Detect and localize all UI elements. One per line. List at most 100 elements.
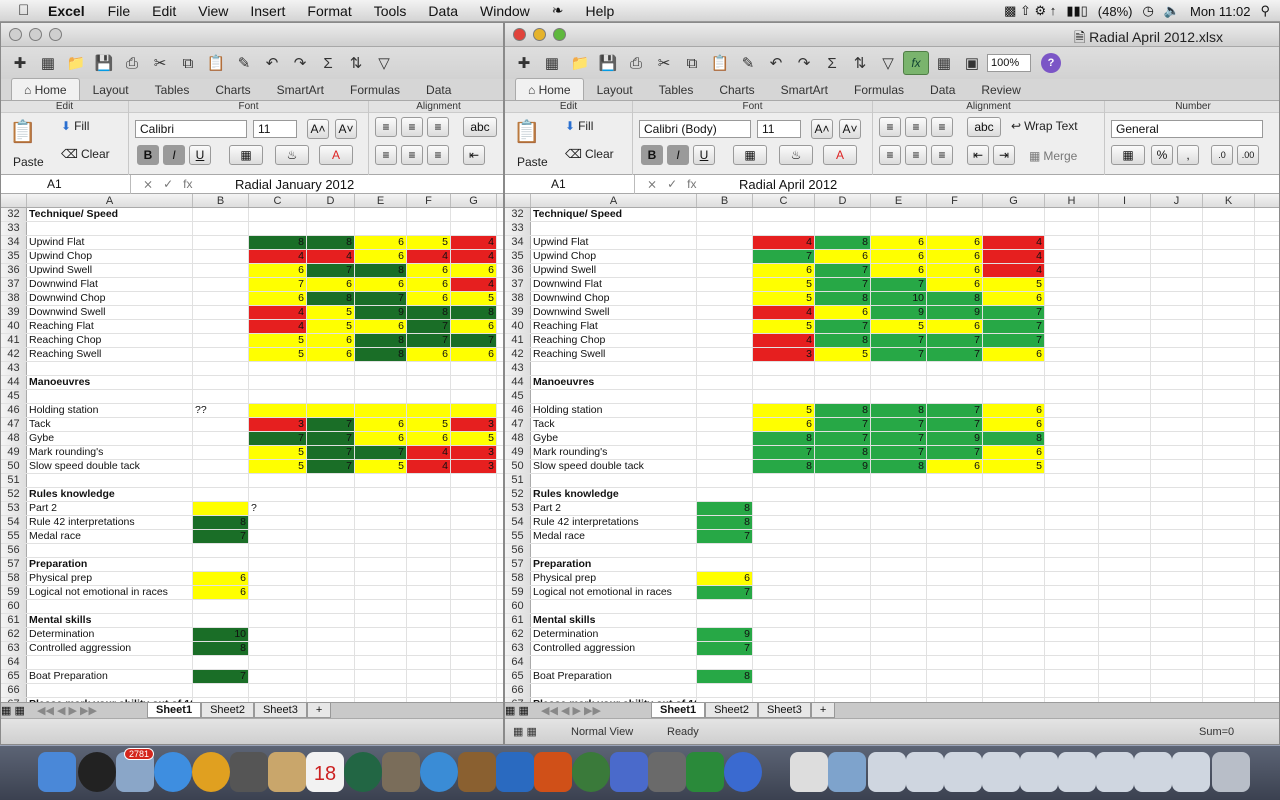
row-header[interactable]: 47: [1, 418, 27, 431]
cell-a52[interactable]: Rules knowledge: [27, 488, 193, 501]
cell-a32[interactable]: Technique/ Speed: [531, 208, 697, 221]
cell-f32[interactable]: [407, 208, 451, 221]
finder-icon[interactable]: [38, 752, 76, 792]
tab-data[interactable]: Data: [917, 78, 968, 100]
cell-b32[interactable]: [193, 208, 249, 221]
minimized-window-icon[interactable]: [982, 752, 1020, 792]
cell-g33[interactable]: [983, 222, 1045, 235]
increase-indent-icon[interactable]: ⇥: [993, 145, 1015, 165]
cell-a34[interactable]: Upwind Flat: [531, 236, 697, 249]
cell-e43[interactable]: [871, 362, 927, 375]
cell-g32[interactable]: [451, 208, 497, 221]
tab-home[interactable]: ⌂ Home: [515, 78, 584, 100]
cell-f50[interactable]: 4: [407, 460, 451, 473]
cell-e57[interactable]: [355, 558, 407, 571]
column-header-b[interactable]: B: [193, 194, 249, 207]
cell-a52[interactable]: Rules knowledge: [531, 488, 697, 501]
cell-i50[interactable]: [1099, 460, 1151, 473]
cell-d50[interactable]: 9: [815, 460, 871, 473]
cell-g42[interactable]: 6: [983, 348, 1045, 361]
worksheet-grid[interactable]: A B C D E F G 32 Technique/ Speed 33 34 Upwind Flat…: [1, 194, 503, 704]
cell-k65[interactable]: [1203, 670, 1255, 683]
cell-e59[interactable]: [871, 586, 927, 599]
autosum-icon[interactable]: Σ: [315, 51, 341, 75]
cell-c52[interactable]: [249, 488, 307, 501]
cell-d42[interactable]: 6: [307, 348, 355, 361]
cell-a63[interactable]: Controlled aggression: [27, 642, 193, 655]
cell-k41[interactable]: [1203, 334, 1255, 347]
cell-a41[interactable]: Reaching Chop: [27, 334, 193, 347]
template-icon[interactable]: ▦: [35, 51, 61, 75]
redo-icon[interactable]: ↷: [791, 51, 817, 75]
cell-b63[interactable]: 8: [193, 642, 249, 655]
cell-b43[interactable]: [193, 362, 249, 375]
cell-h42[interactable]: [1045, 348, 1099, 361]
cell-d62[interactable]: [307, 628, 355, 641]
cell-e37[interactable]: 6: [355, 278, 407, 291]
cell-d58[interactable]: [815, 572, 871, 585]
column-header-e[interactable]: E: [355, 194, 407, 207]
cell-i38[interactable]: [1099, 292, 1151, 305]
cell-e65[interactable]: [871, 670, 927, 683]
row-header[interactable]: 49: [1, 446, 27, 459]
cell-g37[interactable]: 4: [451, 278, 497, 291]
powerpoint-icon[interactable]: [534, 752, 572, 792]
decrease-decimal-icon[interactable]: .00: [1237, 145, 1259, 165]
cell-k49[interactable]: [1203, 446, 1255, 459]
cell-d65[interactable]: [307, 670, 355, 683]
row-header[interactable]: 66: [1, 684, 27, 697]
cell-a57[interactable]: Preparation: [531, 558, 697, 571]
cell-b62[interactable]: 10: [193, 628, 249, 641]
row-header[interactable]: 45: [1, 390, 27, 403]
cell-g62[interactable]: [451, 628, 497, 641]
cell-c36[interactable]: 6: [753, 264, 815, 277]
column-header-h[interactable]: H: [1045, 194, 1099, 207]
cell-c40[interactable]: 4: [249, 320, 307, 333]
cell-j51[interactable]: [1151, 474, 1203, 487]
cell-g60[interactable]: [983, 600, 1045, 613]
cell-e52[interactable]: [355, 488, 407, 501]
cell-d45[interactable]: [307, 390, 355, 403]
cell-f35[interactable]: 6: [927, 250, 983, 263]
name-box[interactable]: A1: [505, 174, 635, 194]
cell-c61[interactable]: [249, 614, 307, 627]
cell-f61[interactable]: [407, 614, 451, 627]
row-header[interactable]: 32: [1, 208, 27, 221]
cell-g47[interactable]: 6: [983, 418, 1045, 431]
cell-c36[interactable]: 6: [249, 264, 307, 277]
cell-j58[interactable]: [1151, 572, 1203, 585]
cell-e56[interactable]: [871, 544, 927, 557]
menu-tools[interactable]: Tools: [363, 3, 418, 19]
cell-b60[interactable]: [697, 600, 753, 613]
cell-d66[interactable]: [815, 684, 871, 697]
cell-a60[interactable]: [531, 600, 697, 613]
cell-g59[interactable]: [983, 586, 1045, 599]
cell-a51[interactable]: [531, 474, 697, 487]
sheet-tab-2[interactable]: Sheet2: [201, 703, 254, 718]
decrease-indent-icon[interactable]: ⇤: [967, 145, 989, 165]
cell-a58[interactable]: Physical prep: [27, 572, 193, 585]
borders-icon[interactable]: ▦: [733, 145, 767, 165]
row-header[interactable]: 48: [1, 432, 27, 445]
cell-b47[interactable]: [697, 418, 753, 431]
cell-b65[interactable]: 8: [697, 670, 753, 683]
cell-g39[interactable]: 7: [983, 306, 1045, 319]
cell-k34[interactable]: [1203, 236, 1255, 249]
cell-g34[interactable]: 4: [451, 236, 497, 249]
cell-f51[interactable]: [407, 474, 451, 487]
row-header[interactable]: 62: [1, 628, 27, 641]
cell-b65[interactable]: 7: [193, 670, 249, 683]
cell-a66[interactable]: [531, 684, 697, 697]
font-size-field[interactable]: 11: [757, 120, 801, 138]
align-right-icon[interactable]: ≡: [931, 145, 953, 165]
cell-d61[interactable]: [307, 614, 355, 627]
row-header[interactable]: 63: [505, 642, 531, 655]
cell-b36[interactable]: [193, 264, 249, 277]
cell-b39[interactable]: [697, 306, 753, 319]
cell-f34[interactable]: 5: [407, 236, 451, 249]
row-header[interactable]: 35: [505, 250, 531, 263]
cell-j40[interactable]: [1151, 320, 1203, 333]
cell-f49[interactable]: 4: [407, 446, 451, 459]
cell-c62[interactable]: [249, 628, 307, 641]
cell-d42[interactable]: 5: [815, 348, 871, 361]
